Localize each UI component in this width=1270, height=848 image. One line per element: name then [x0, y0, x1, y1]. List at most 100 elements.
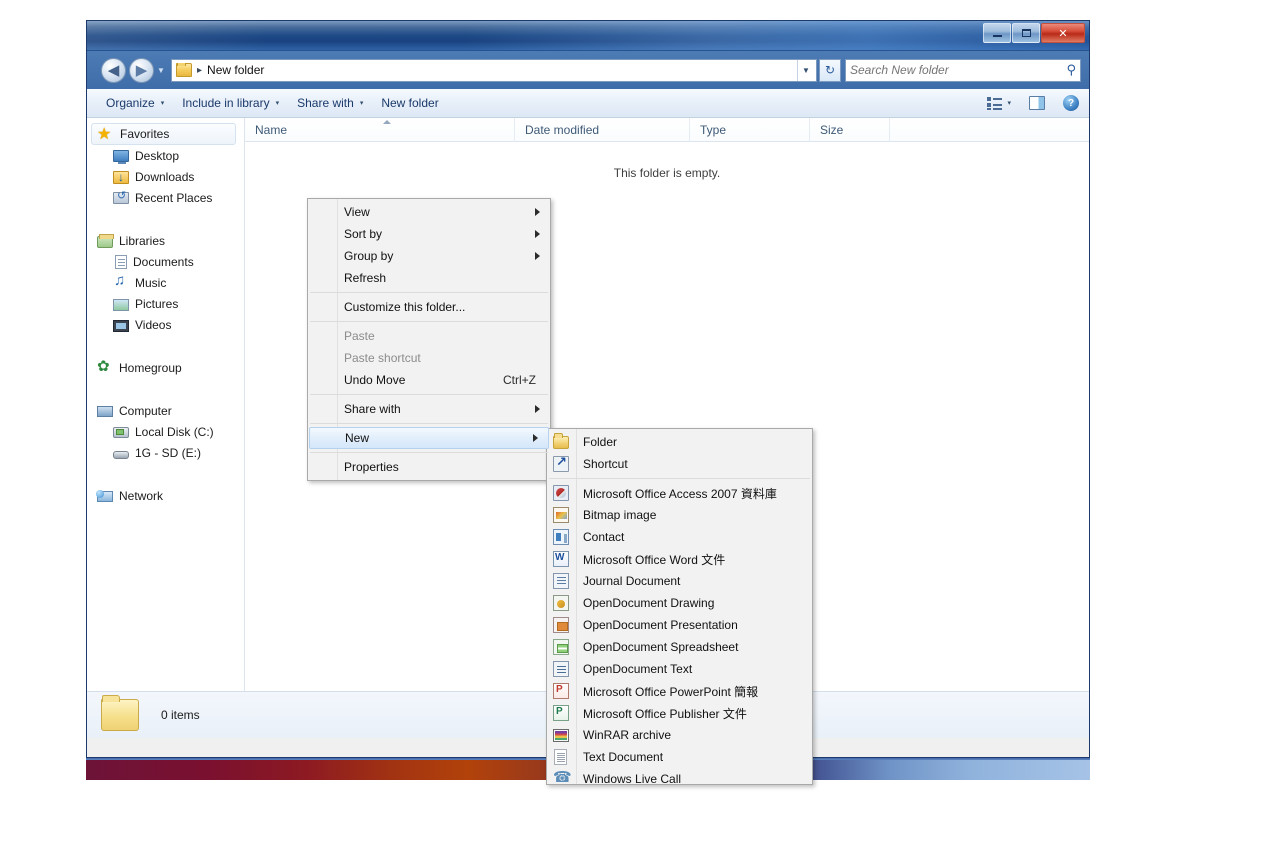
chevron-down-icon: ▾ [275, 100, 280, 107]
breadcrumb-current[interactable]: New folder [207, 63, 264, 77]
new-submenu-item-winrar-archive[interactable]: WinRAR archive [547, 724, 812, 746]
sidebar-item-favorites[interactable]: Favorites [91, 123, 236, 145]
include-in-library-button[interactable]: Include in library ▾ [173, 92, 288, 114]
new-submenu-item-opendocument-presentation[interactable]: OpenDocument Presentation [547, 614, 812, 636]
context-menu-item-view[interactable]: View [308, 201, 550, 223]
context-menu-item-refresh[interactable]: Refresh [308, 267, 550, 289]
new-submenu-item-shortcut[interactable]: Shortcut [547, 453, 812, 475]
maximize-glyph [1021, 29, 1031, 37]
menu-label: Sort by [344, 227, 383, 241]
opendocument-drawing-icon [553, 595, 569, 611]
column-header-date-modified[interactable]: Date modified [515, 117, 690, 142]
chevron-right-icon [535, 208, 540, 216]
pictures-icon [113, 298, 129, 311]
menu-separator [310, 452, 548, 453]
sidebar-item-videos[interactable]: Videos [87, 314, 244, 335]
new-submenu-item-opendocument-drawing[interactable]: OpenDocument Drawing [547, 592, 812, 614]
column-header-name[interactable]: Name [245, 117, 515, 142]
menu-label: Windows Live Call [583, 772, 682, 785]
sidebar-item-desktop[interactable]: Desktop [87, 145, 244, 166]
sidebar-item-libraries[interactable]: Libraries [87, 230, 244, 251]
context-menu-item-group-by[interactable]: Group by [308, 245, 550, 267]
context-menu-item-customize-this-folder[interactable]: Customize this folder... [308, 296, 550, 318]
show-preview-pane-button[interactable] [1025, 94, 1049, 112]
address-bar[interactable]: ▸ New folder ▼ [171, 58, 817, 82]
change-view-button[interactable]: ▾ [983, 95, 1015, 112]
menu-label: Bitmap image [583, 508, 657, 522]
recent-pages-dropdown[interactable]: ▼ [154, 58, 168, 83]
sidebar-item-recent-places[interactable]: Recent Places [87, 187, 244, 208]
new-submenu-item-folder[interactable]: Folder [547, 431, 812, 453]
breadcrumb[interactable]: ▸ New folder [174, 63, 797, 77]
menu-label: Microsoft Office Word 文件 [583, 552, 726, 567]
new-submenu-item-text-document[interactable]: Text Document [547, 746, 812, 768]
folder-icon [101, 695, 139, 731]
column-header-size[interactable]: Size [810, 117, 890, 142]
new-submenu-item-bitmap-image[interactable]: Bitmap image [547, 504, 812, 526]
search-box[interactable]: ⚲ [845, 58, 1081, 82]
menu-label: OpenDocument Drawing [583, 596, 715, 610]
menu-label: Refresh [344, 271, 387, 285]
hard-disk-icon [113, 427, 129, 438]
sidebar-label: Homegroup [119, 360, 182, 375]
menu-label: Paste shortcut [344, 351, 421, 365]
new-submenu-item-journal-document[interactable]: Journal Document [547, 570, 812, 592]
sidebar-item-pictures[interactable]: Pictures [87, 293, 244, 314]
contact-icon [553, 529, 569, 545]
menu-separator [310, 321, 548, 322]
share-with-button[interactable]: Share with ▾ [288, 92, 372, 114]
organize-button[interactable]: Organize ▾ [97, 92, 173, 114]
maximize-button[interactable] [1012, 23, 1040, 43]
help-icon: ? [1063, 95, 1079, 111]
context-menu-item-share-with[interactable]: Share with [308, 398, 550, 420]
sidebar-item-homegroup[interactable]: Homegroup [87, 357, 244, 378]
minimize-button[interactable] [983, 23, 1011, 43]
new-submenu-item-opendocument-spreadsheet[interactable]: OpenDocument Spreadsheet [547, 636, 812, 658]
refresh-button[interactable]: ↻ [819, 58, 841, 82]
sidebar-item-local-disk-c[interactable]: Local Disk (C:) [87, 421, 244, 442]
new-folder-button[interactable]: New folder [372, 92, 447, 114]
folder-icon [176, 63, 192, 77]
column-header-type[interactable]: Type [690, 117, 810, 142]
new-submenu: Folder Shortcut Microsoft Office Access … [546, 428, 813, 785]
new-submenu-item-publisher-document[interactable]: Microsoft Office Publisher 文件 [547, 702, 812, 724]
context-menu-item-new[interactable]: New [309, 427, 549, 449]
context-menu-item-properties[interactable]: Properties [308, 456, 550, 478]
new-submenu-item-contact[interactable]: Contact [547, 526, 812, 548]
share-with-label: Share with [297, 96, 354, 110]
menu-label: Microsoft Office PowerPoint 簡報 [583, 684, 759, 699]
sidebar-item-network[interactable]: Network [87, 485, 244, 506]
sidebar-label: Local Disk (C:) [135, 424, 214, 439]
close-button[interactable]: ✕ [1041, 23, 1085, 43]
new-submenu-item-word-document[interactable]: Microsoft Office Word 文件 [547, 548, 812, 570]
command-bar: Organize ▾ Include in library ▾ Share wi… [87, 89, 1089, 118]
address-dropdown-icon[interactable]: ▼ [797, 59, 814, 81]
winrar-icon [553, 729, 569, 742]
sidebar-label: Libraries [119, 233, 166, 248]
menu-label: Text Document [583, 750, 664, 764]
sidebar-label: Pictures [135, 296, 179, 311]
context-menu-item-sort-by[interactable]: Sort by [308, 223, 550, 245]
context-menu-item-undo-move[interactable]: Undo Move Ctrl+Z [308, 369, 550, 391]
new-submenu-item-powerpoint-presentation[interactable]: Microsoft Office PowerPoint 簡報 [547, 680, 812, 702]
search-input[interactable] [850, 63, 1067, 77]
new-submenu-item-access-database[interactable]: Microsoft Office Access 2007 資料庫 [547, 482, 812, 504]
sidebar-item-music[interactable]: Music [87, 272, 244, 293]
network-icon [96, 490, 113, 502]
menu-label: New [345, 431, 370, 445]
bitmap-image-icon [553, 507, 569, 523]
new-submenu-item-opendocument-text[interactable]: OpenDocument Text [547, 658, 812, 680]
forward-button[interactable]: ▶ [129, 57, 154, 83]
sidebar-item-downloads[interactable]: Downloads [87, 166, 244, 187]
nav-group-favorites: Favorites Desktop Downloads Recent Place… [87, 123, 244, 208]
menu-label: WinRAR archive [583, 728, 672, 742]
new-submenu-item-windows-live-call[interactable]: Windows Live Call [547, 768, 812, 785]
sidebar-item-computer[interactable]: Computer [87, 400, 244, 421]
help-button[interactable]: ? [1059, 93, 1083, 113]
opendocument-spreadsheet-icon [553, 639, 569, 655]
sidebar-item-sd-e[interactable]: 1G - SD (E:) [87, 442, 244, 463]
menu-label: OpenDocument Text [583, 662, 693, 676]
back-button[interactable]: ◀ [101, 57, 126, 83]
sidebar-item-documents[interactable]: Documents [87, 251, 244, 272]
column-header-row: Name Date modified Type Size [245, 117, 1089, 142]
